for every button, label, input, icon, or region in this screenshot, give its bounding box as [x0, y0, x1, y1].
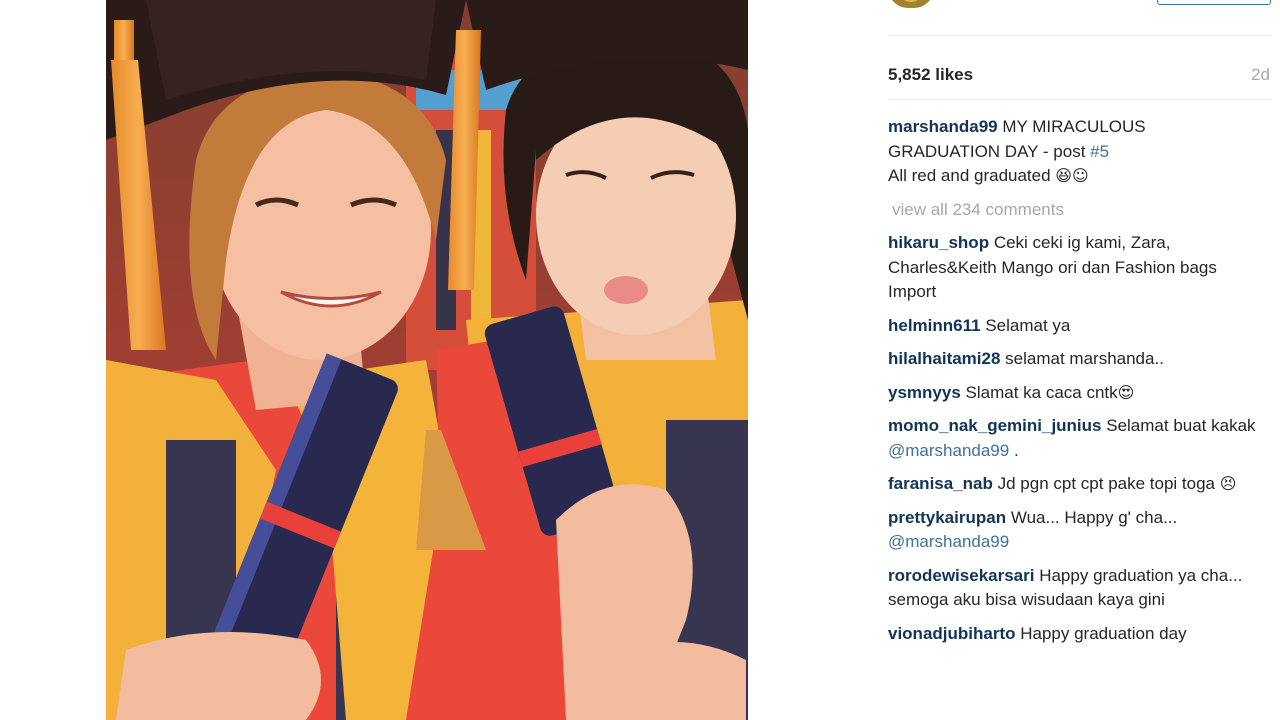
caption-emoji: 😆☺ [1055, 166, 1089, 185]
comment-text: Selamat buat kakak [1106, 416, 1256, 435]
graduation-selfie-image [106, 0, 748, 720]
post-photo[interactable] [106, 0, 748, 720]
comment-text: Slamat ka caca cntk [965, 382, 1118, 402]
comment-text: Happy graduation day [1020, 623, 1187, 643]
view-all-comments-link[interactable]: view all 234 comments [892, 198, 1268, 223]
comment-suffix: . [1009, 440, 1019, 460]
comment-mention[interactable]: @marshanda99 [888, 441, 1009, 460]
comment-username[interactable]: prettykairupan [888, 508, 1006, 527]
caption-text-line1: MY MIRACULOUS [1002, 117, 1146, 136]
comment-username[interactable]: ysmnyys [888, 383, 961, 402]
avatar[interactable] [888, 0, 934, 8]
comment-text: Wua... Happy g' cha... [1010, 507, 1178, 527]
post-caption: marshanda99 MY MIRACULOUS GRADUATION DAY… [888, 115, 1268, 189]
comment-item: vionadjubiharto Happy graduation day [888, 622, 1268, 647]
comment-item: ysmnyys Slamat ka caca cntk😍 [888, 381, 1268, 406]
likes-count[interactable]: 5,852 likes [888, 65, 973, 85]
comment-username[interactable]: momo_nak_gemini_junius [888, 416, 1102, 435]
caption-hashtag[interactable]: #5 [1090, 142, 1109, 161]
comment-text: Jd pgn cpt cpt pake topi toga [997, 474, 1220, 493]
likes-divider [888, 99, 1272, 100]
comments-list: marshanda99 MY MIRACULOUS GRADUATION DAY… [888, 115, 1268, 655]
comment-item: hilalhaitami28 selamat marshanda.. [888, 347, 1268, 372]
post-age[interactable]: 2d [1251, 65, 1270, 85]
comment-item: faranisa_nab Jd pgn cpt cpt pake topi to… [888, 472, 1268, 497]
comment-item: helminn611 Selamat ya [888, 314, 1268, 339]
caption-username[interactable]: marshanda99 [888, 117, 998, 136]
caption-text-line3: All red and graduated [888, 166, 1056, 185]
header-divider [888, 35, 1272, 36]
comment-username[interactable]: hikaru_shop [888, 233, 989, 252]
persevering-face-emoji: 😣 [1219, 474, 1237, 493]
comment-text: Selamat ya [985, 315, 1071, 335]
comment-item: momo_nak_gemini_junius Selamat buat kaka… [888, 414, 1268, 463]
comment-text: selamat marshanda.. [1005, 349, 1164, 368]
comment-username[interactable]: vionadjubiharto [888, 624, 1016, 643]
comment-username[interactable]: helminn611 [888, 316, 981, 335]
heart-eyes-emoji: 😍 [1117, 382, 1135, 402]
follow-button[interactable] [1157, 0, 1271, 5]
comment-username[interactable]: rorodewisekarsari [888, 566, 1034, 585]
comment-item: prettykairupan Wua... Happy g' cha... @m… [888, 506, 1268, 555]
caption-text-line2: GRADUATION DAY - post [888, 141, 1091, 161]
comment-mention[interactable]: @marshanda99 [888, 532, 1009, 551]
comment-item: rorodewisekarsari Happy graduation ya ch… [888, 564, 1268, 613]
comment-username[interactable]: faranisa_nab [888, 474, 993, 493]
comment-item: hikaru_shop Ceki ceki ig kami, Zara, Cha… [888, 231, 1268, 305]
comment-username[interactable]: hilalhaitami28 [888, 349, 1000, 368]
